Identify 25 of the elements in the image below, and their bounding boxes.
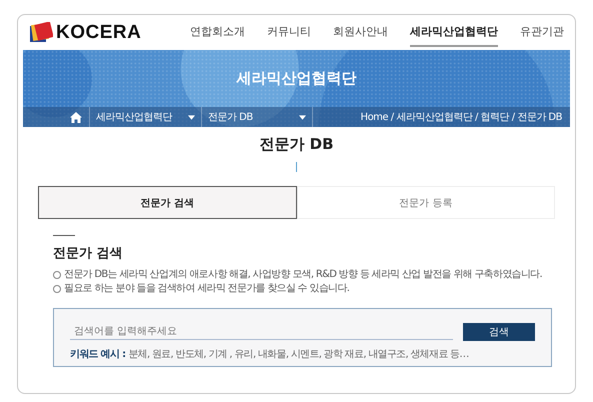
nav-item[interactable]: 세라믹산업협력단 xyxy=(410,18,498,47)
circle-bullet-icon xyxy=(53,271,61,279)
nav-item[interactable]: 유관기관 xyxy=(520,18,564,47)
tab[interactable]: 전문가 검색 xyxy=(38,186,296,219)
search-button[interactable]: 검색 xyxy=(463,323,535,341)
nav-item[interactable]: 연합회소개 xyxy=(190,18,245,47)
breadcrumb: Home / 세라믹산업협력단 / 협력단 / 전문가 DB xyxy=(360,111,563,124)
nav-item[interactable]: 회원사안내 xyxy=(333,18,388,47)
location-dropdown[interactable]: 세라믹산업협력단 xyxy=(89,107,201,127)
keywords-label: 키워드 예시 : xyxy=(70,349,126,360)
caret-icon xyxy=(299,114,306,120)
section-heading: 전문가 검색 xyxy=(53,245,124,262)
circle-bullet-icon xyxy=(53,285,61,293)
logo-text[interactable]: KOCERA xyxy=(56,22,142,44)
search-field[interactable]: 검색어를 입력해주세요 xyxy=(70,324,453,340)
caret-icon xyxy=(188,114,195,120)
page-title: 전문가 DB xyxy=(258,135,335,154)
nav-item[interactable]: 커뮤니티 xyxy=(267,18,311,47)
location-dropdown[interactable]: 전문가 DB xyxy=(201,107,313,127)
banner-title: 세라믹산업협력단 xyxy=(236,69,356,88)
note-text: 필요로 하는 분야 들을 검색하여 세라믹 전문가를 찾으실 수 있습니다. xyxy=(64,282,350,296)
logo-icon xyxy=(29,22,53,44)
keywords-text: 분체, 원료, 반도체, 기계 , 유리, 내화물, 시멘트, 광학 재료, 내열구조, 생체재료 등… xyxy=(128,349,469,360)
note-text: 전문가 DB는 세라믹 산업계의 애로사항 해결, 사업방향 모색, R&D 방향 등 세라믹 산업 발전을 위해 구축하였습니다. xyxy=(64,268,542,282)
tab[interactable]: 전문가 등록 xyxy=(296,186,555,219)
